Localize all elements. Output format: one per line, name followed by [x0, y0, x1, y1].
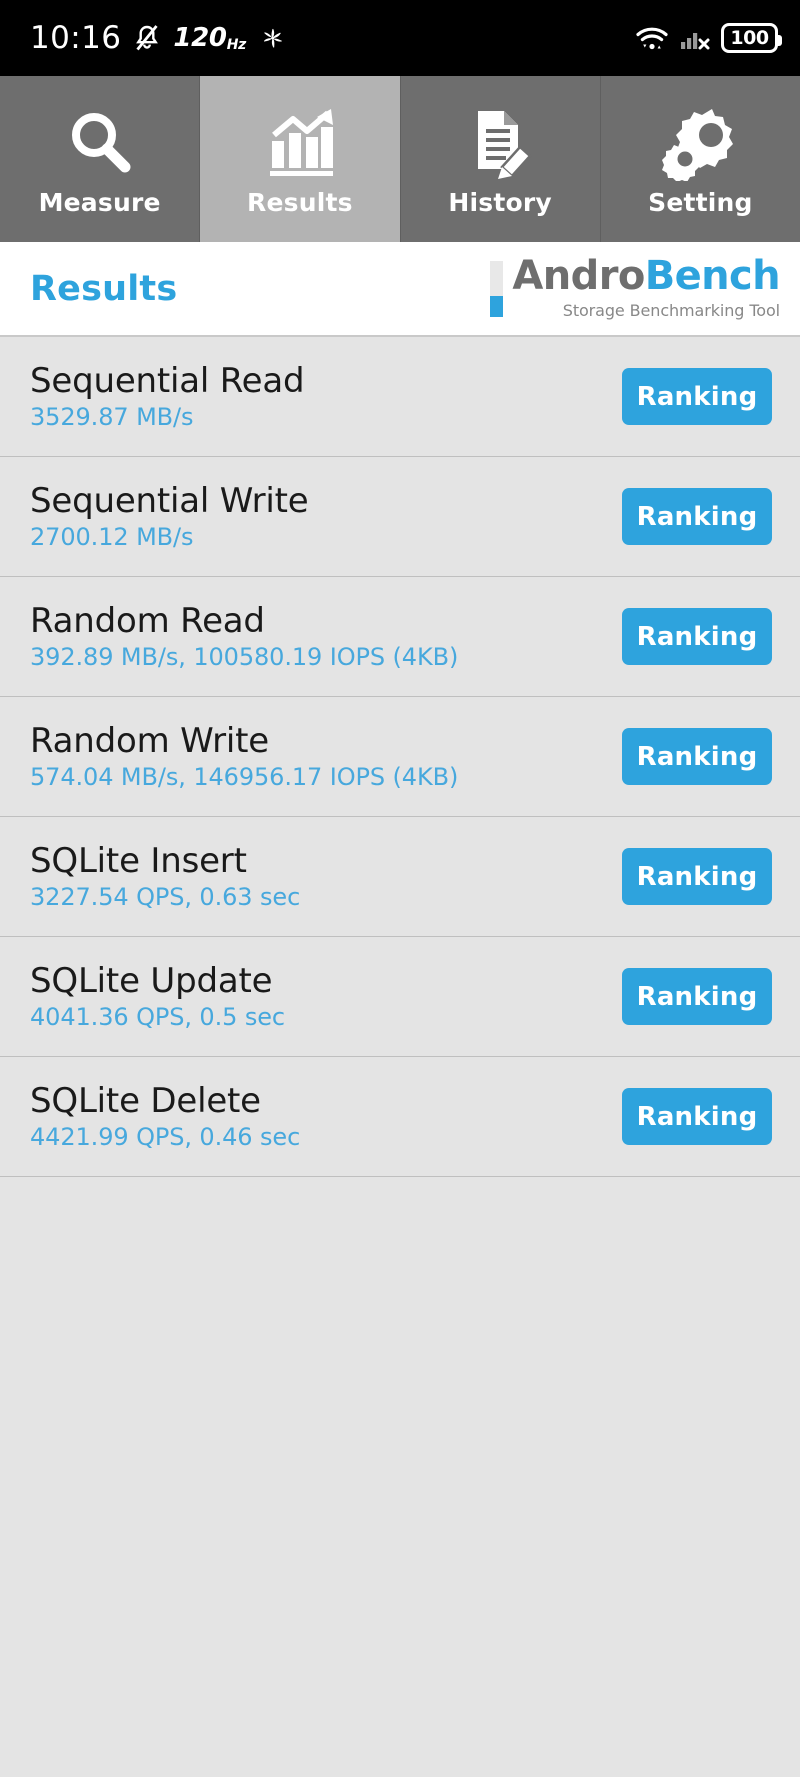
result-texts: SQLite Insert 3227.54 QPS, 0.63 sec — [30, 844, 300, 909]
battery-level: 100 — [730, 26, 769, 49]
result-texts: SQLite Delete 4421.99 QPS, 0.46 sec — [30, 1084, 300, 1149]
logo-accent-bar — [490, 261, 504, 318]
ranking-button[interactable]: Ranking — [622, 608, 772, 665]
ranking-button[interactable]: Ranking — [622, 1088, 772, 1145]
page-header: Results AndroBench Storage Benchmarking … — [0, 242, 800, 337]
ranking-button[interactable]: Ranking — [622, 968, 772, 1025]
result-title: SQLite Insert — [30, 841, 247, 881]
result-title: Sequential Read — [30, 361, 305, 401]
tab-setting-label: Setting — [648, 187, 753, 217]
table-row[interactable]: Sequential Write 2700.12 MB/s Ranking — [0, 457, 800, 577]
result-title: Sequential Write — [30, 481, 309, 521]
ranking-button[interactable]: Ranking — [622, 368, 772, 425]
status-bar-left: 10:16 120Hz — [30, 20, 287, 56]
androbench-logo: AndroBench Storage Benchmarking Tool — [490, 256, 788, 320]
bar-chart-arrow-icon — [262, 102, 338, 184]
result-value: 3529.87 MB/s — [30, 403, 194, 431]
result-value: 4041.36 QPS, 0.5 sec — [30, 1003, 285, 1031]
result-texts: Random Write 574.04 MB/s, 146956.17 IOPS… — [30, 724, 458, 789]
table-row[interactable]: Sequential Read 3529.87 MB/s Ranking — [0, 337, 800, 457]
logo-bench: Bench — [644, 253, 781, 300]
refresh-rate-indicator: 120Hz — [173, 23, 246, 53]
logo-subtitle: Storage Benchmarking Tool — [562, 300, 780, 320]
result-value: 3227.54 QPS, 0.63 sec — [30, 883, 301, 911]
logo-wordmark: AndroBench — [512, 256, 780, 296]
table-row[interactable]: Random Write 574.04 MB/s, 146956.17 IOPS… — [0, 697, 800, 817]
page-title: Results — [30, 268, 178, 309]
logo-text: AndroBench Storage Benchmarking Tool — [512, 256, 780, 320]
tab-results[interactable]: Results — [200, 76, 401, 242]
ranking-button[interactable]: Ranking — [622, 728, 772, 785]
status-bar: 10:16 120Hz 100 — [0, 0, 800, 76]
ranking-button[interactable]: Ranking — [622, 488, 772, 545]
magnifier-icon — [62, 102, 138, 184]
tab-results-label: Results — [247, 187, 353, 217]
result-title: SQLite Update — [30, 961, 273, 1001]
result-title: Random Write — [30, 721, 269, 761]
main-tab-bar: Measure Results History Setting — [0, 76, 800, 242]
tab-history[interactable]: History — [400, 76, 601, 242]
battery-icon: 100 — [721, 23, 782, 53]
result-title: SQLite Delete — [30, 1081, 261, 1121]
tab-history-label: History — [448, 187, 552, 217]
table-row[interactable]: SQLite Update 4041.36 QPS, 0.5 sec Ranki… — [0, 937, 800, 1057]
table-row[interactable]: SQLite Insert 3227.54 QPS, 0.63 sec Rank… — [0, 817, 800, 937]
result-texts: Random Read 392.89 MB/s, 100580.19 IOPS … — [30, 604, 458, 669]
tab-measure[interactable]: Measure — [0, 76, 201, 242]
table-row[interactable]: SQLite Delete 4421.99 QPS, 0.46 sec Rank… — [0, 1057, 800, 1177]
ranking-button[interactable]: Ranking — [622, 848, 772, 905]
result-value: 392.89 MB/s, 100580.19 IOPS (4KB) — [30, 643, 459, 671]
results-list: Sequential Read 3529.87 MB/s Ranking Seq… — [0, 337, 800, 1777]
result-texts: SQLite Update 4041.36 QPS, 0.5 sec — [30, 964, 285, 1029]
result-texts: Sequential Read 3529.87 MB/s — [30, 361, 305, 431]
result-value: 574.04 MB/s, 146956.17 IOPS (4KB) — [30, 763, 459, 791]
gears-icon — [662, 102, 738, 184]
fan-icon — [259, 24, 287, 52]
cellular-no-sim-icon — [680, 25, 710, 51]
result-value: 4421.99 QPS, 0.46 sec — [30, 1123, 301, 1151]
wifi-icon — [635, 25, 669, 52]
bell-muted-icon — [134, 24, 160, 52]
tab-measure-label: Measure — [38, 187, 161, 217]
tab-setting[interactable]: Setting — [600, 76, 800, 242]
status-clock: 10:16 — [30, 20, 122, 56]
logo-andro: Andro — [512, 253, 645, 300]
status-bar-right: 100 — [635, 23, 782, 53]
result-texts: Sequential Write 2700.12 MB/s — [30, 484, 309, 549]
document-pencil-icon — [462, 102, 538, 184]
app-screen: 10:16 120Hz 100 Measure Results History … — [0, 0, 800, 1777]
result-value: 2700.12 MB/s — [30, 523, 194, 551]
result-title: Random Read — [30, 601, 265, 641]
table-row[interactable]: Random Read 392.89 MB/s, 100580.19 IOPS … — [0, 577, 800, 697]
